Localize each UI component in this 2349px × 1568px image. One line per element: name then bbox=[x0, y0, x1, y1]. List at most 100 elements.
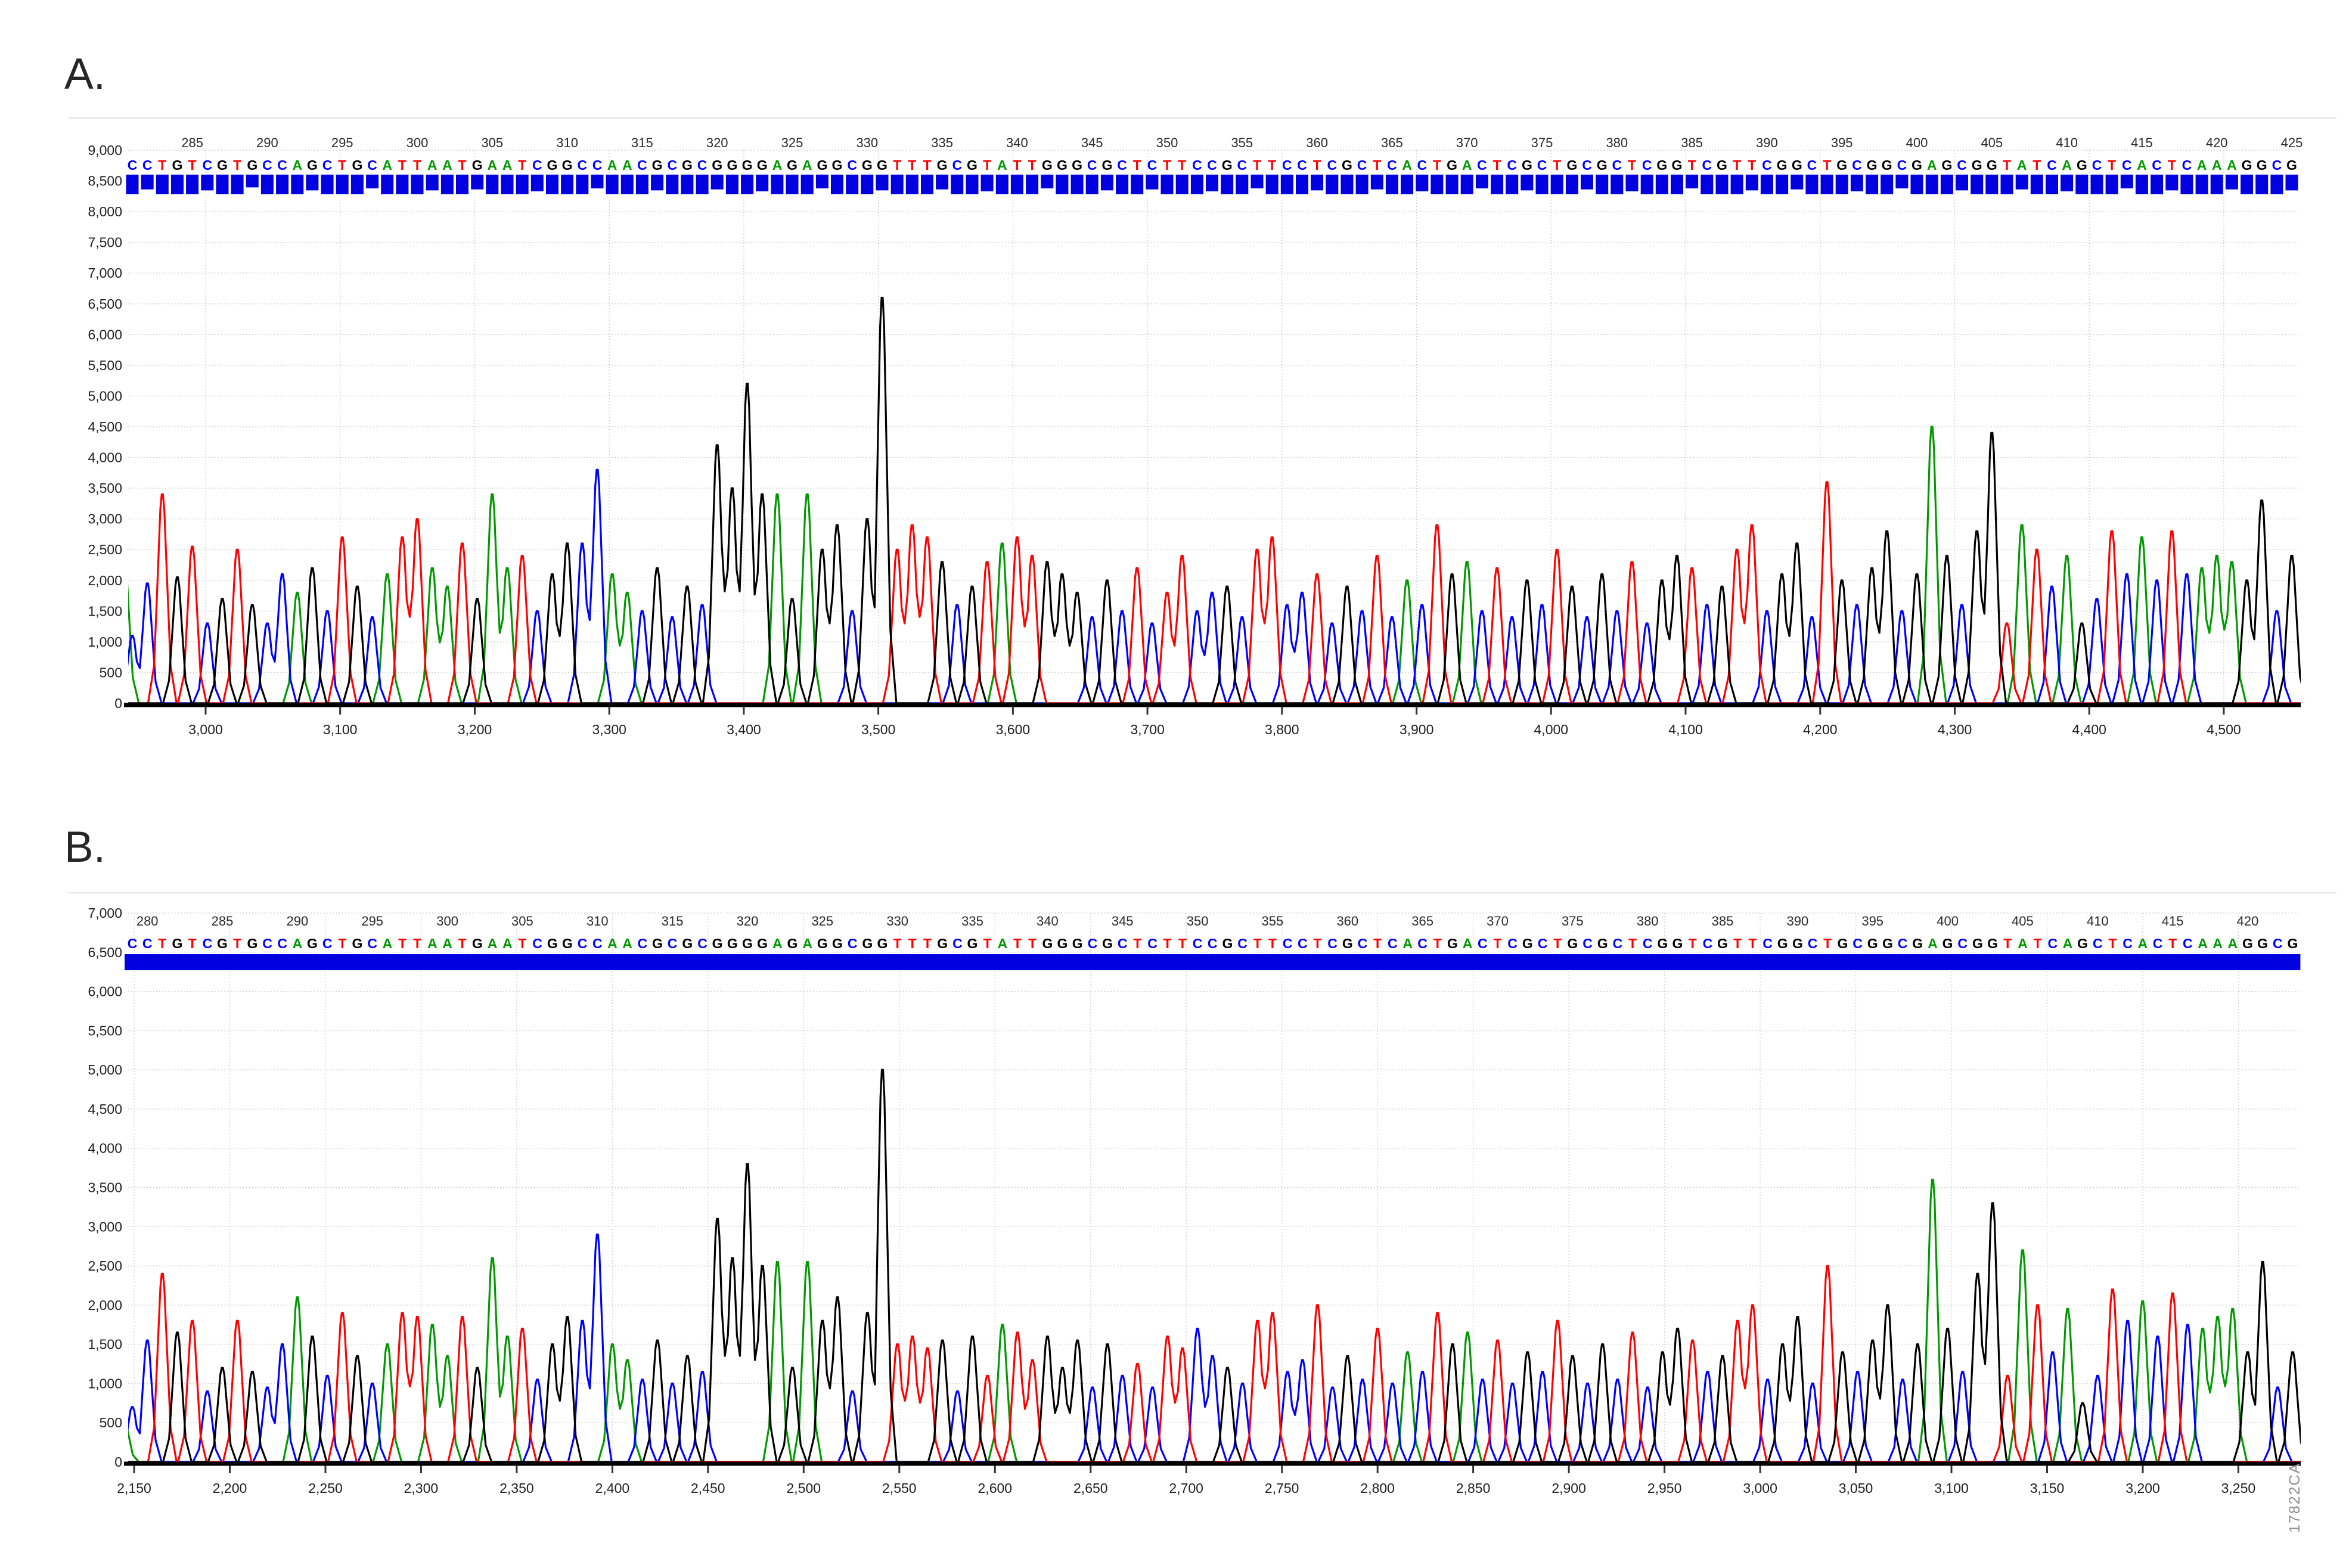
quality-bar bbox=[351, 175, 364, 194]
base-call-letter: G bbox=[742, 157, 753, 173]
x-tick-label: 2,750 bbox=[1265, 1480, 1299, 1496]
quality-bar bbox=[1970, 954, 1985, 970]
quality-bar bbox=[319, 954, 335, 970]
quality-bar bbox=[1191, 175, 1203, 194]
base-number-label: 285 bbox=[181, 135, 203, 150]
y-tick-label: 3,500 bbox=[88, 1180, 122, 1196]
quality-bar bbox=[1895, 954, 1910, 970]
base-call-letter: T bbox=[1553, 157, 1561, 173]
x-tick-label: 3,200 bbox=[2125, 1480, 2160, 1496]
quality-bar bbox=[1401, 175, 1413, 194]
quality-bar bbox=[831, 175, 843, 194]
base-call-letter: G bbox=[2242, 157, 2252, 173]
y-tick-label: 1,000 bbox=[88, 634, 122, 650]
quality-bar bbox=[1085, 954, 1100, 970]
x-tick-label: 2,700 bbox=[1169, 1480, 1203, 1496]
quality-bar bbox=[2241, 175, 2253, 194]
quality-bar bbox=[875, 954, 890, 970]
trace-channels bbox=[110, 1070, 2307, 1462]
quality-bar bbox=[305, 954, 320, 970]
quality-bar bbox=[485, 954, 500, 970]
base-number-label: 375 bbox=[1531, 135, 1553, 150]
quality-bar bbox=[966, 175, 979, 194]
quality-bar bbox=[920, 954, 935, 970]
base-call-letter: G bbox=[1882, 936, 1893, 951]
quality-bar bbox=[1430, 175, 1443, 194]
base-call-letter: G bbox=[757, 157, 768, 173]
base-call-letter: C bbox=[1417, 936, 1428, 951]
quality-bars bbox=[125, 954, 2300, 970]
quality-bar bbox=[229, 954, 245, 970]
base-call-letter: A bbox=[487, 157, 497, 173]
base-call-letter: C bbox=[1282, 157, 1292, 173]
quality-bar bbox=[666, 175, 678, 194]
base-number-label: 400 bbox=[1906, 135, 1928, 150]
quality-bar bbox=[291, 175, 303, 194]
base-number-label: 380 bbox=[1637, 914, 1659, 929]
base-call-letter: G bbox=[172, 157, 183, 173]
quality-bar bbox=[2211, 175, 2223, 194]
base-number-label: 315 bbox=[662, 914, 684, 929]
base-call-letter: C bbox=[1612, 936, 1622, 951]
base-call-letter: C bbox=[2182, 157, 2192, 173]
base-call-letter: G bbox=[817, 936, 828, 951]
base-call-letter: C bbox=[142, 936, 153, 951]
quality-bar bbox=[859, 954, 875, 970]
base-number-label: 385 bbox=[1681, 135, 1703, 150]
quality-bar bbox=[1655, 954, 1671, 970]
base-call-letter: C bbox=[2272, 157, 2282, 173]
base-call-letter: C bbox=[637, 157, 647, 173]
base-call-letter: C bbox=[1852, 936, 1863, 951]
base-call-letter: G bbox=[862, 157, 873, 173]
base-call-letter: G bbox=[1042, 936, 1053, 951]
base-call-letter: G bbox=[1941, 157, 1952, 173]
base-call-letter: G bbox=[247, 157, 257, 173]
base-call-letter: A bbox=[382, 157, 392, 173]
quality-bar bbox=[1071, 175, 1084, 194]
base-call-letter: G bbox=[1567, 936, 1578, 951]
base-call-letter: G bbox=[1882, 157, 1892, 173]
quality-bar bbox=[1086, 175, 1099, 194]
quality-bar bbox=[1325, 954, 1340, 970]
x-tick-label: 3,900 bbox=[1400, 722, 1434, 737]
base-call-letter: G bbox=[1867, 157, 1878, 173]
base-call-letter: G bbox=[1672, 936, 1683, 951]
base-call-letter: G bbox=[1987, 157, 1997, 173]
base-call-letter: G bbox=[1342, 936, 1353, 951]
base-call-letter: C bbox=[637, 936, 647, 951]
base-call-letter: C bbox=[128, 936, 138, 951]
quality-bar bbox=[2270, 175, 2283, 194]
base-call-letter: G bbox=[217, 936, 228, 951]
trace-G bbox=[123, 298, 2306, 704]
base-call-letter: G bbox=[727, 936, 738, 951]
base-call-letter: T bbox=[1733, 936, 1742, 951]
quality-bar bbox=[1340, 954, 1355, 970]
quality-bar bbox=[1625, 954, 1640, 970]
base-number-label: 330 bbox=[856, 135, 878, 150]
base-call-letter: G bbox=[472, 936, 483, 951]
quality-bar bbox=[441, 175, 454, 194]
quality-bar bbox=[471, 175, 483, 190]
base-call-letter: G bbox=[2257, 157, 2267, 173]
base-call-letter: T bbox=[908, 157, 916, 173]
quality-bar bbox=[620, 954, 635, 970]
base-call-letter: C bbox=[1147, 936, 1158, 951]
trace-A bbox=[110, 427, 2301, 703]
quality-bar bbox=[1070, 954, 1085, 970]
base-call-letter: A bbox=[1462, 157, 1472, 173]
x-tick-label: 2,800 bbox=[1360, 1480, 1395, 1496]
y-tick-label: 5,500 bbox=[88, 1023, 122, 1038]
quality-bar bbox=[1701, 175, 1713, 194]
quality-bar bbox=[650, 954, 665, 970]
base-call-letter: C bbox=[1643, 936, 1653, 951]
base-call-letter: A bbox=[607, 936, 617, 951]
base-call-letter: A bbox=[442, 936, 452, 951]
quality-bar bbox=[1115, 954, 1130, 970]
x-tick-label: 2,200 bbox=[213, 1480, 247, 1496]
quality-bar bbox=[1221, 175, 1233, 194]
quality-bar bbox=[426, 175, 439, 190]
quality-bar bbox=[1851, 175, 1863, 191]
quality-bar bbox=[141, 175, 154, 190]
quality-bar bbox=[1940, 954, 1956, 970]
quality-bar bbox=[1251, 175, 1264, 188]
